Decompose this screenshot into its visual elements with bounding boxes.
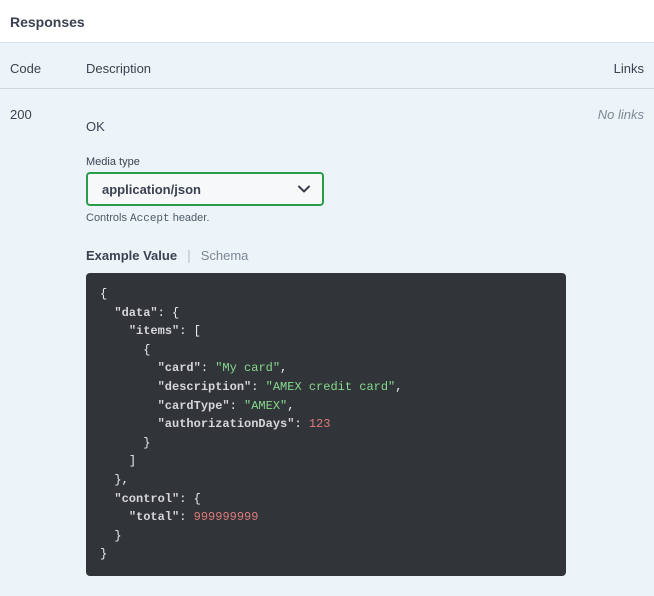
hint-prefix: Controls xyxy=(86,212,130,224)
tab-schema[interactable]: Schema xyxy=(201,248,249,263)
responses-table-header: Code Description Links xyxy=(0,43,654,89)
response-row-200: 200 OK Media type application/json Contr… xyxy=(0,89,654,596)
response-description-text: OK xyxy=(86,119,584,134)
header-description: Description xyxy=(86,61,584,76)
response-links: No links xyxy=(584,105,644,122)
hint-suffix: header. xyxy=(170,212,210,224)
responses-heading: Responses xyxy=(0,0,654,42)
chevron-down-icon xyxy=(298,183,310,195)
header-code: Code xyxy=(10,61,86,76)
example-json-block: { "data": { "items": [ { "card": "My car… xyxy=(86,273,566,576)
header-links: Links xyxy=(584,61,644,76)
hint-code: Accept xyxy=(130,213,170,225)
media-type-selected: application/json xyxy=(102,182,201,197)
responses-panel: Code Description Links 200 OK Media type… xyxy=(0,42,654,596)
example-schema-tabs: Example Value | Schema xyxy=(86,247,584,263)
response-code: 200 xyxy=(10,105,86,122)
tab-example-value[interactable]: Example Value xyxy=(86,248,177,263)
media-type-label: Media type xyxy=(86,156,584,168)
media-type-hint: Controls Accept header. xyxy=(86,212,584,225)
tab-separator: | xyxy=(187,247,191,263)
media-type-select[interactable]: application/json xyxy=(86,172,324,206)
response-description-cell: OK Media type application/json Controls … xyxy=(86,105,584,576)
